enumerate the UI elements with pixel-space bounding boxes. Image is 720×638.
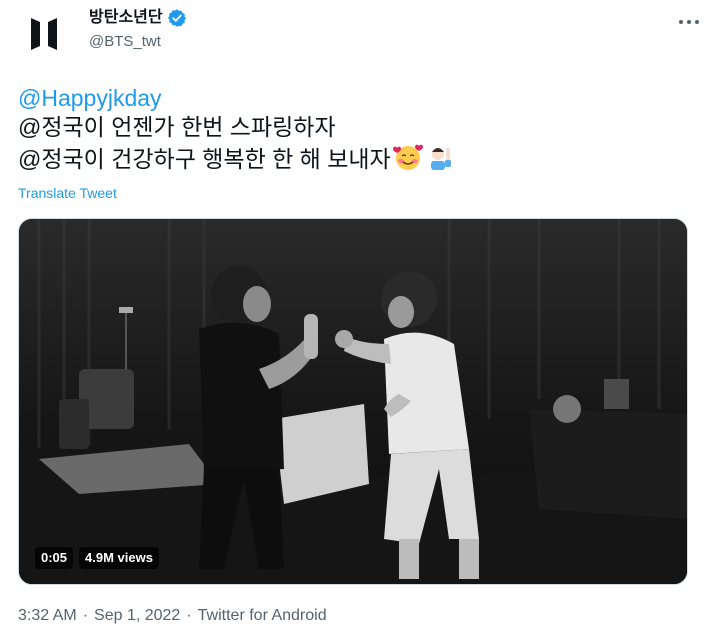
tweet-date[interactable]: Sep 1, 2022	[94, 607, 180, 625]
tweet-meta: 3:32 AM · Sep 1, 2022 · Twitter for Andr…	[18, 607, 327, 625]
tweet-source[interactable]: Twitter for Android	[198, 607, 327, 625]
video-badges: 0:05 4.9M views	[35, 547, 159, 569]
more-dot-icon	[695, 20, 699, 24]
avatar[interactable]	[18, 8, 70, 60]
meta-separator: ·	[186, 607, 192, 624]
smiling-face-with-hearts-icon	[392, 144, 423, 170]
video-duration: 0:05	[35, 547, 74, 569]
meta-separator: ·	[82, 607, 89, 624]
video-player[interactable]: 0:05 4.9M views	[18, 218, 688, 585]
tweet-line-3: @정국이 건강하구 행복한 한 해 보내자	[18, 146, 391, 172]
bts-logo-icon	[31, 18, 57, 50]
author-handle[interactable]: @BTS_twt	[89, 32, 161, 52]
author-name-row: 방탄소년단	[89, 8, 187, 28]
more-dot-icon	[687, 20, 691, 24]
tweet-time[interactable]: 3:32 AM	[18, 607, 77, 625]
tweet-line-2: @정국이 언젠가 한번 스파링하자	[18, 114, 336, 140]
tweet-text: @Happyjkday @정국이 언젠가 한번 스파링하자 @정국이 건강하구 …	[18, 84, 455, 174]
more-options-button[interactable]	[674, 10, 704, 34]
author-display-name[interactable]: 방탄소년단	[89, 8, 163, 28]
verified-badge-icon	[167, 9, 186, 27]
tweet-line-3-row: @정국이 건강하구 행복한 한 해 보내자	[18, 142, 455, 174]
raising-hand-person-icon	[425, 143, 454, 171]
mention-link[interactable]: @Happyjkday	[18, 84, 455, 113]
more-dot-icon	[679, 20, 683, 24]
translate-tweet-link[interactable]: Translate Tweet	[18, 185, 117, 201]
video-frame	[19, 219, 687, 584]
video-views: 4.9M views	[79, 547, 159, 569]
